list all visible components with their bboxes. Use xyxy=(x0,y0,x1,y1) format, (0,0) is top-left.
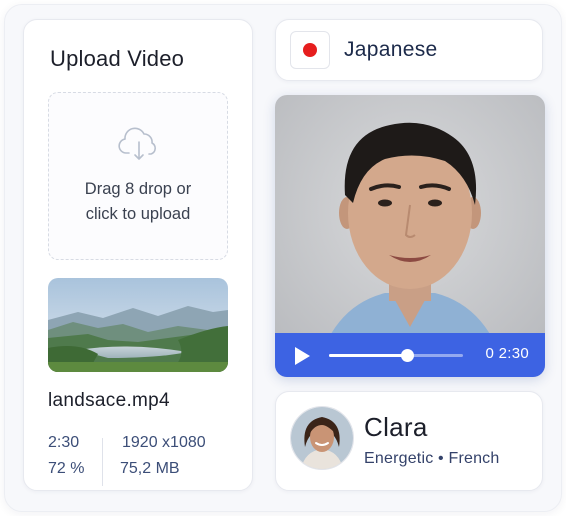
voice-card[interactable]: Clara Energetic • French xyxy=(275,391,543,491)
playback-time: 0 2:30 xyxy=(485,345,529,362)
file-name: landsace.mp4 xyxy=(48,390,170,411)
voice-avatar xyxy=(290,406,354,470)
voice-name: Clara xyxy=(364,412,428,442)
upload-card: Upload Video Drag 8 drop or click to upl… xyxy=(23,19,253,491)
language-label: Japanese xyxy=(344,38,438,61)
avatar-image xyxy=(291,407,353,469)
upload-title: Upload Video xyxy=(50,46,185,71)
play-icon[interactable] xyxy=(295,347,310,365)
seek-bar-progress xyxy=(329,354,407,357)
japan-flag-icon xyxy=(290,31,330,69)
file-resolution: 1920 x1080 xyxy=(122,434,206,451)
upload-progress: 72 % xyxy=(48,460,85,477)
file-duration: 2:30 xyxy=(48,434,80,451)
voice-description: Energetic • French xyxy=(364,450,500,467)
seek-bar[interactable] xyxy=(329,349,463,362)
seek-handle[interactable] xyxy=(400,349,414,362)
landscape-image xyxy=(48,278,228,372)
video-player[interactable]: 0 2:30 xyxy=(275,95,545,377)
dropzone-text: Drag 8 drop or click to upload xyxy=(49,177,227,227)
language-selector[interactable]: Japanese xyxy=(275,19,543,81)
dropzone-line-2: click to upload xyxy=(85,205,191,223)
dropzone-line-1: Drag 8 drop or xyxy=(84,180,192,198)
upload-dropzone[interactable]: Drag 8 drop or click to upload xyxy=(48,92,228,260)
cloud-upload-icon xyxy=(118,127,156,160)
player-controls: 0 2:30 xyxy=(275,333,545,377)
video-thumbnail[interactable] xyxy=(48,278,228,372)
flag-circle xyxy=(303,43,317,57)
meta-divider xyxy=(102,438,103,486)
app-panel: Upload Video Drag 8 drop or click to upl… xyxy=(4,4,562,512)
file-size: 75,2 MB xyxy=(120,460,180,477)
